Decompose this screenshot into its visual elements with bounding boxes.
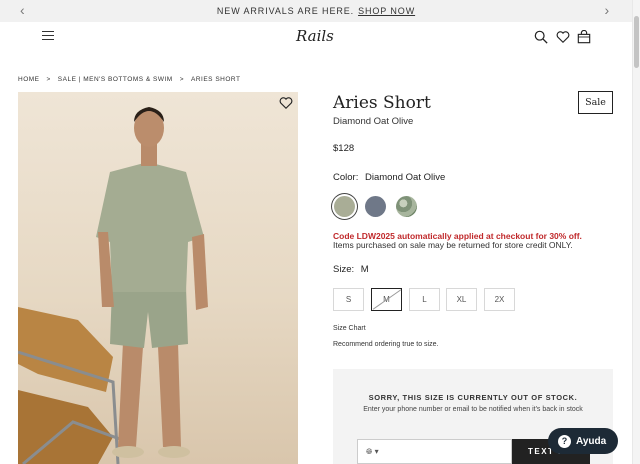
breadcrumb-home[interactable]: HOME [18, 76, 40, 83]
size-option-s[interactable]: S [333, 288, 364, 311]
color-label-text: Color: [333, 172, 359, 183]
swatch-diamond-oat-olive[interactable] [334, 196, 355, 217]
size-recommendation: Recommend ordering true to size. [333, 341, 439, 348]
scrollbar[interactable] [632, 0, 640, 464]
size-option-m[interactable]: M [371, 288, 402, 311]
wishlist-heart-icon[interactable] [556, 30, 570, 44]
left-shoe [112, 446, 144, 458]
question-icon: ? [558, 434, 571, 448]
hamburger-menu-icon[interactable] [42, 31, 54, 41]
breadcrumb-current: ARIES SHORT [191, 76, 241, 83]
site-header: Rails [0, 22, 632, 56]
right-arm [192, 234, 208, 310]
site-logo[interactable]: Rails [296, 27, 334, 45]
scrollbar-thumb[interactable] [634, 16, 639, 68]
product-price: $128 [333, 143, 355, 154]
left-leg [118, 342, 143, 447]
shirt [96, 162, 204, 292]
breadcrumb: HOME > SALE | MEN'S BOTTOMS & SWIM > ARI… [18, 76, 240, 83]
shopping-bag-icon[interactable] [577, 29, 591, 44]
promo-text: NEW ARRIVALS ARE HERE. [216, 6, 355, 16]
chevron-right-icon[interactable]: › [604, 2, 610, 18]
size-option-l[interactable]: L [409, 288, 440, 311]
promo-bar: ‹ NEW ARRIVALS ARE HERE. SHOP NOW › [0, 0, 632, 22]
right-leg [158, 342, 181, 447]
size-value: M [360, 264, 369, 275]
right-shoe [158, 446, 190, 458]
breadcrumb-separator: > [46, 76, 51, 83]
breadcrumb-sale[interactable]: SALE | MEN'S BOTTOMS & SWIM [58, 76, 173, 83]
chair-seat [18, 307, 113, 392]
shorts [110, 287, 188, 348]
swatch-slate[interactable] [365, 196, 386, 217]
out-of-stock-title: SORRY, THIS SIZE IS CURRENTLY OUT OF STO… [368, 393, 578, 402]
product-subtitle: Diamond Oat Olive [333, 116, 414, 127]
sale-return-note: Items purchased on sale may be returned … [333, 240, 573, 250]
color-value: Diamond Oat Olive [364, 172, 446, 183]
help-label: Ayuda [576, 435, 607, 447]
size-option-2x[interactable]: 2X [484, 288, 515, 311]
out-of-stock-text: Enter your phone number or email to be n… [363, 406, 583, 413]
globe-icon[interactable]: 🌐︎ ▾ [366, 447, 379, 457]
search-icon[interactable] [534, 30, 548, 44]
size-chart-link[interactable]: Size Chart [333, 325, 366, 332]
chevron-left-icon[interactable]: ‹ [20, 2, 26, 18]
color-label: Color: Diamond Oat Olive [333, 172, 445, 183]
model-photo-illustration [18, 107, 208, 464]
size-label: Size: M [333, 264, 369, 275]
help-chat-button[interactable]: ? Ayuda [548, 428, 618, 454]
swatch-green-print[interactable] [396, 196, 417, 217]
notify-contact-input[interactable]: 🌐︎ ▾ [357, 439, 512, 464]
shop-now-link[interactable]: SHOP NOW [358, 6, 415, 16]
size-label-text: Size: [333, 264, 355, 275]
product-image[interactable] [18, 92, 298, 464]
product-title: Aries Short [333, 93, 431, 113]
size-option-xl[interactable]: XL [446, 288, 477, 311]
image-wishlist-heart-icon[interactable] [279, 96, 293, 110]
sale-badge: Sale [578, 91, 613, 114]
breadcrumb-separator: > [179, 76, 185, 83]
